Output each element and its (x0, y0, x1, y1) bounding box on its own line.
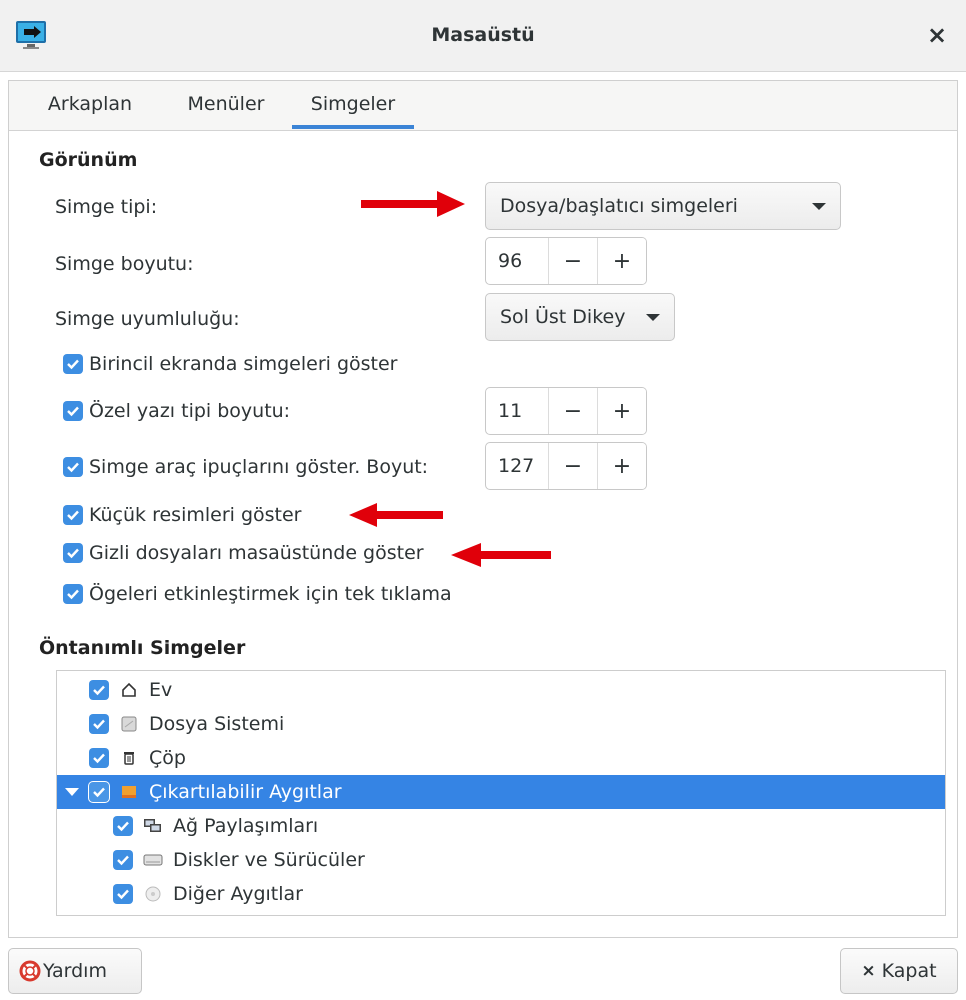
close-button[interactable]: × Kapat (840, 948, 958, 994)
tooltips-checkbox[interactable]: Simge araç ipuçlarını göster. Boyut: (63, 454, 428, 480)
default-icons-tree: Ev Dosya Sistemi Çöp Çıkartılabilir Aygı… (56, 670, 946, 916)
help-button[interactable]: Yardım (8, 948, 142, 994)
tree-item-label: Çöp (149, 747, 186, 769)
tree-item-label: Dosya Sistemi (149, 713, 285, 735)
tree-item-label: Ev (149, 679, 173, 701)
icon-size-value[interactable]: 96 (486, 238, 548, 284)
checkbox-checked-icon (63, 401, 83, 421)
checkbox-checked-icon[interactable] (113, 884, 133, 904)
icon-size-label: Simge boyutu: (55, 253, 194, 275)
chevron-down-icon (646, 313, 660, 321)
tab-arkaplan[interactable]: Arkaplan (31, 91, 149, 129)
icon-alignment-dropdown[interactable]: Sol Üst Dikey (485, 293, 675, 341)
hidden-files-label: Gizli dosyaları masaüstünde göster (89, 542, 424, 564)
primary-screen-checkbox[interactable]: Birincil ekranda simgeleri göster (63, 351, 398, 377)
checkbox-checked-icon (63, 457, 83, 477)
checkbox-checked-icon[interactable] (113, 850, 133, 870)
tooltip-size-stepper: 127 − + (485, 442, 647, 490)
close-window-button[interactable]: × (922, 20, 952, 50)
drive-icon (119, 714, 139, 734)
checkbox-checked-icon (63, 505, 83, 525)
icon-type-dropdown[interactable]: Dosya/başlatıcı simgeleri (485, 182, 841, 230)
tree-row-home[interactable]: Ev (57, 673, 945, 707)
tree-row-disks[interactable]: Diskler ve Sürücüler (57, 843, 945, 877)
tree-item-label: Ağ Paylaşımları (173, 815, 319, 837)
trash-icon (119, 748, 139, 768)
title-bar: Masaüstü × (0, 0, 966, 72)
tree-row-removable[interactable]: Çıkartılabilir Aygıtlar (57, 775, 945, 809)
media-icon (143, 884, 163, 904)
tooltips-label: Simge araç ipuçlarını göster. Boyut: (89, 456, 429, 478)
default-icons-heading: Öntanımlı Simgeler (39, 637, 246, 659)
single-click-checkbox[interactable]: Ögeleri etkinleştirmek için tek tıklama (63, 581, 452, 607)
thumbnails-checkbox[interactable]: Küçük resimleri göster (63, 502, 302, 528)
checkbox-checked-icon (63, 584, 83, 604)
checkbox-checked-icon[interactable] (113, 816, 133, 836)
icon-type-label: Simge tipi: (55, 196, 158, 218)
disk-icon (143, 850, 163, 870)
tab-bar: Arkaplan Menüler Simgeler (9, 81, 957, 131)
primary-screen-label: Birincil ekranda simgeleri göster (89, 353, 398, 375)
font-size-decrement-button[interactable]: − (548, 388, 597, 434)
red-arrow-left-icon (349, 503, 443, 527)
icon-size-stepper: 96 − + (485, 237, 647, 285)
expander-down-icon[interactable] (65, 788, 79, 796)
checkbox-checked-icon[interactable] (89, 714, 109, 734)
window-title: Masaüstü (431, 24, 535, 46)
icon-type-value: Dosya/başlatıcı simgeleri (500, 195, 738, 217)
icon-alignment-label: Simge uyumluluğu: (55, 308, 240, 330)
custom-font-size-label: Özel yazı tipi boyutu: (89, 400, 291, 422)
tree-row-other-devices[interactable]: Diğer Aygıtlar (57, 877, 945, 911)
close-icon: × (861, 961, 876, 981)
tree-item-label: Çıkartılabilir Aygıtlar (149, 781, 342, 803)
help-label: Yardım (43, 960, 107, 982)
tab-simgeler[interactable]: Simgeler (292, 91, 414, 129)
home-icon (119, 680, 139, 700)
icon-size-increment-button[interactable]: + (597, 238, 646, 284)
tooltip-size-value[interactable]: 127 (486, 443, 548, 489)
close-label: Kapat (881, 960, 937, 982)
tree-row-filesystem[interactable]: Dosya Sistemi (57, 707, 945, 741)
checkbox-checked-icon (63, 354, 83, 374)
tree-row-network-shares[interactable]: Ağ Paylaşımları (57, 809, 945, 843)
removable-icon (119, 782, 139, 802)
font-size-stepper: 11 − + (485, 387, 647, 435)
appearance-heading: Görünüm (39, 149, 138, 171)
network-icon (143, 816, 163, 836)
single-click-label: Ögeleri etkinleştirmek için tek tıklama (89, 583, 452, 605)
icon-size-decrement-button[interactable]: − (548, 238, 597, 284)
lifebuoy-icon (19, 960, 41, 982)
custom-font-size-checkbox[interactable]: Özel yazı tipi boyutu: (63, 398, 290, 424)
thumbnails-label: Küçük resimleri göster (89, 504, 302, 526)
icon-alignment-value: Sol Üst Dikey (500, 306, 626, 328)
tree-item-label: Diğer Aygıtlar (173, 883, 303, 905)
tooltip-size-increment-button[interactable]: + (597, 443, 646, 489)
tree-item-label: Diskler ve Sürücüler (173, 849, 365, 871)
chevron-down-icon (812, 202, 826, 210)
settings-frame: Arkaplan Menüler Simgeler Görünüm Simge … (8, 80, 958, 938)
tooltip-size-decrement-button[interactable]: − (548, 443, 597, 489)
checkbox-checked-icon[interactable] (89, 748, 109, 768)
red-arrow-right-icon (361, 191, 465, 217)
checkbox-checked-icon[interactable] (89, 680, 109, 700)
tree-row-trash[interactable]: Çöp (57, 741, 945, 775)
checkbox-checked-icon[interactable] (89, 782, 109, 802)
tab-menuler[interactable]: Menüler (174, 91, 278, 129)
font-size-increment-button[interactable]: + (597, 388, 646, 434)
checkbox-checked-icon (63, 543, 83, 563)
hidden-files-checkbox[interactable]: Gizli dosyaları masaüstünde göster (63, 540, 424, 566)
red-arrow-left-icon (451, 543, 551, 567)
font-size-value[interactable]: 11 (486, 388, 548, 434)
